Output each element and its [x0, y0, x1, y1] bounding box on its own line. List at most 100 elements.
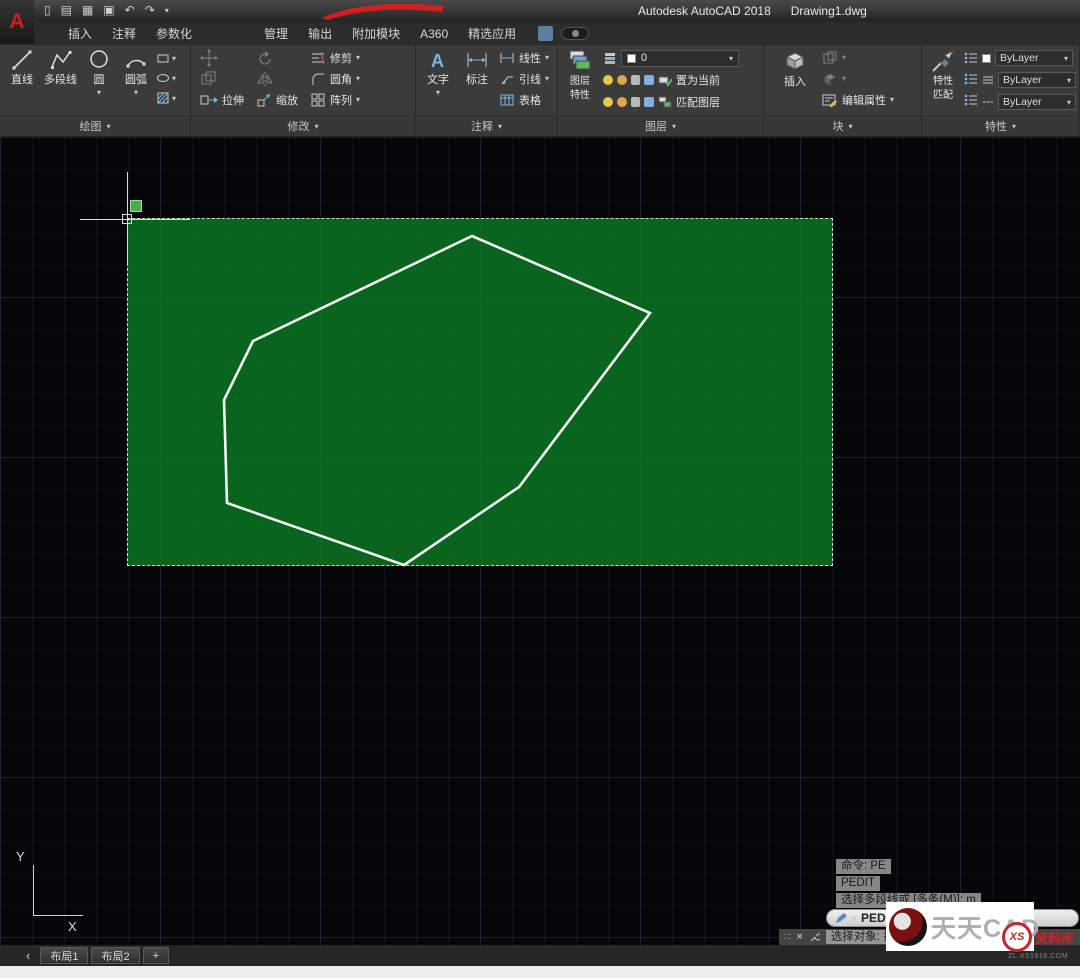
- match-properties-icon: [930, 48, 956, 74]
- layer-properties-button[interactable]: 图层 特性: [563, 45, 597, 115]
- properties-list-button-1[interactable]: [964, 47, 978, 68]
- block-editor-button[interactable]: ▾: [822, 68, 894, 89]
- hatch-button[interactable]: ▾: [156, 88, 176, 108]
- mirror-button[interactable]: [256, 68, 298, 89]
- pencil-icon: [835, 912, 847, 924]
- apps-icon[interactable]: [538, 26, 553, 41]
- redo-icon[interactable]: ↷: [145, 3, 155, 17]
- table-button[interactable]: 表格: [499, 89, 549, 110]
- xs-badge-icon: XS: [1002, 922, 1032, 952]
- layer-stack-icon[interactable]: [603, 51, 617, 65]
- match-layer-button[interactable]: 匹配图层: [658, 92, 720, 113]
- workspace-icon: [572, 30, 579, 37]
- create-block-button[interactable]: ▾: [822, 47, 894, 68]
- panel-draw-footer[interactable]: 绘图 ▾: [0, 115, 190, 136]
- layer-unlock-icon[interactable]: [631, 97, 640, 107]
- panel-layers-footer[interactable]: 图层 ▾: [558, 115, 763, 136]
- undo-icon[interactable]: ↶: [125, 3, 135, 17]
- layer-isolate-icon[interactable]: [603, 97, 613, 107]
- panel-draw: 直线 多段线 圆 ▾ 圆弧 ▾ ▾: [0, 45, 191, 136]
- lineweight-dropdown[interactable]: ByLayer ▾: [998, 72, 1076, 88]
- dimension-button[interactable]: 标注: [460, 45, 494, 115]
- layer-select-dropdown[interactable]: 0 ▾: [621, 50, 739, 67]
- arc-flyout-icon[interactable]: ▾: [134, 88, 138, 97]
- tab-insert[interactable]: 插入: [58, 22, 102, 45]
- ellipse-button[interactable]: ▾: [156, 68, 176, 88]
- layer-on-icon[interactable]: [603, 75, 613, 85]
- table-icon: [499, 93, 515, 107]
- lineweight-icon: [982, 76, 994, 84]
- tab-manage[interactable]: 管理: [254, 22, 298, 45]
- drawing-canvas[interactable]: Y X: [0, 137, 1080, 945]
- arc-button[interactable]: 圆弧 ▾: [119, 45, 153, 115]
- scale-button[interactable]: 缩放: [256, 89, 298, 110]
- panel-modify-footer[interactable]: 修改 ▾: [191, 115, 415, 136]
- linetype-dropdown[interactable]: ByLayer ▾: [998, 94, 1076, 110]
- plot-icon[interactable]: ▣: [103, 3, 114, 17]
- insert-block-button[interactable]: 插入: [778, 45, 812, 115]
- panel-annotation-footer[interactable]: 注释 ▾: [416, 115, 557, 136]
- layer-off-icon[interactable]: [644, 97, 654, 107]
- move-button[interactable]: [200, 47, 244, 68]
- edit-attributes-button[interactable]: 编辑属性 ▾: [822, 89, 894, 110]
- polyline-shape[interactable]: [224, 236, 650, 565]
- rectangle-button[interactable]: ▾: [156, 48, 176, 68]
- save-file-icon[interactable]: ▦: [82, 3, 93, 17]
- layout-nav-icon[interactable]: ‹: [26, 948, 30, 963]
- panel-properties-footer[interactable]: 特性 ▾: [922, 115, 1079, 136]
- make-current-button[interactable]: 置为当前: [658, 70, 720, 91]
- autocad-app-button[interactable]: A: [0, 0, 34, 44]
- trim-button[interactable]: 修剪 ▾: [310, 47, 360, 68]
- quick-access-toolbar: ▯ ▤ ▦ ▣ ↶ ↷ ▾: [44, 3, 169, 17]
- rectangle-icon: [156, 51, 170, 65]
- properties-list-button-2[interactable]: [964, 68, 978, 89]
- line-button[interactable]: 直线: [5, 45, 39, 115]
- panel-block-footer[interactable]: 块 ▾: [764, 115, 921, 136]
- leader-button[interactable]: 引线 ▾: [499, 68, 549, 89]
- tab-parametric[interactable]: 参数化: [146, 22, 202, 45]
- pickbox-cursor[interactable]: [122, 214, 132, 224]
- text-button[interactable]: A 文字 ▾: [421, 45, 455, 115]
- open-file-icon[interactable]: ▤: [61, 3, 72, 17]
- tab-layout1[interactable]: 布局1: [40, 947, 88, 964]
- panel-expand-icon: ▾: [106, 122, 110, 131]
- tab-featured-apps[interactable]: 精选应用: [458, 22, 526, 45]
- layer-unisolate-icon[interactable]: [617, 97, 627, 107]
- command-drag-handle[interactable]: ∷: [784, 932, 790, 943]
- close-icon[interactable]: ×: [796, 931, 802, 943]
- tab-output[interactable]: 输出: [298, 22, 342, 45]
- window-title: Autodesk AutoCAD 2018 Drawing1.dwg: [638, 4, 867, 18]
- rotate-button[interactable]: [256, 47, 298, 68]
- tab-layout2[interactable]: 布局2: [91, 947, 139, 964]
- circle-flyout-icon[interactable]: ▾: [97, 88, 101, 97]
- circle-button[interactable]: 圆 ▾: [82, 45, 116, 115]
- tab-addins[interactable]: 附加模块: [342, 22, 410, 45]
- tab-annotate[interactable]: 注释: [102, 22, 146, 45]
- list-icon: [964, 94, 978, 106]
- xs-site: ZL.XS1616.COM: [1008, 953, 1068, 960]
- layer-thaw-icon[interactable]: [617, 75, 627, 85]
- new-layout-button[interactable]: +: [143, 947, 169, 964]
- tab-a360[interactable]: A360: [410, 24, 458, 44]
- command-options-icon[interactable]: ▾: [852, 914, 856, 923]
- wrench-icon[interactable]: [809, 932, 820, 943]
- workspace-pill[interactable]: [561, 27, 589, 40]
- polyline-button[interactable]: 多段线: [42, 45, 79, 115]
- ucs-y-axis: [33, 865, 34, 915]
- fillet-button[interactable]: 圆角 ▾: [310, 68, 360, 89]
- match-properties-button[interactable]: 特性 匹配: [926, 45, 960, 115]
- properties-list-button-3[interactable]: [964, 89, 978, 110]
- object-color-dropdown[interactable]: ByLayer ▾: [995, 50, 1073, 66]
- new-file-icon[interactable]: ▯: [44, 3, 51, 17]
- copy-button[interactable]: [200, 68, 244, 89]
- xs-name: 资料库: [1035, 928, 1074, 947]
- qat-dropdown-icon[interactable]: ▾: [165, 6, 169, 15]
- layer-lock-icon[interactable]: [631, 75, 640, 85]
- circle-icon: [87, 48, 111, 72]
- array-icon: [310, 92, 326, 108]
- array-button[interactable]: 阵列 ▾: [310, 89, 360, 110]
- linear-dimension-button[interactable]: 线性 ▾: [499, 47, 549, 68]
- red-swoosh-watermark: [318, 1, 448, 21]
- stretch-button[interactable]: 拉伸: [200, 89, 244, 110]
- layer-freeze-icon[interactable]: [644, 75, 654, 85]
